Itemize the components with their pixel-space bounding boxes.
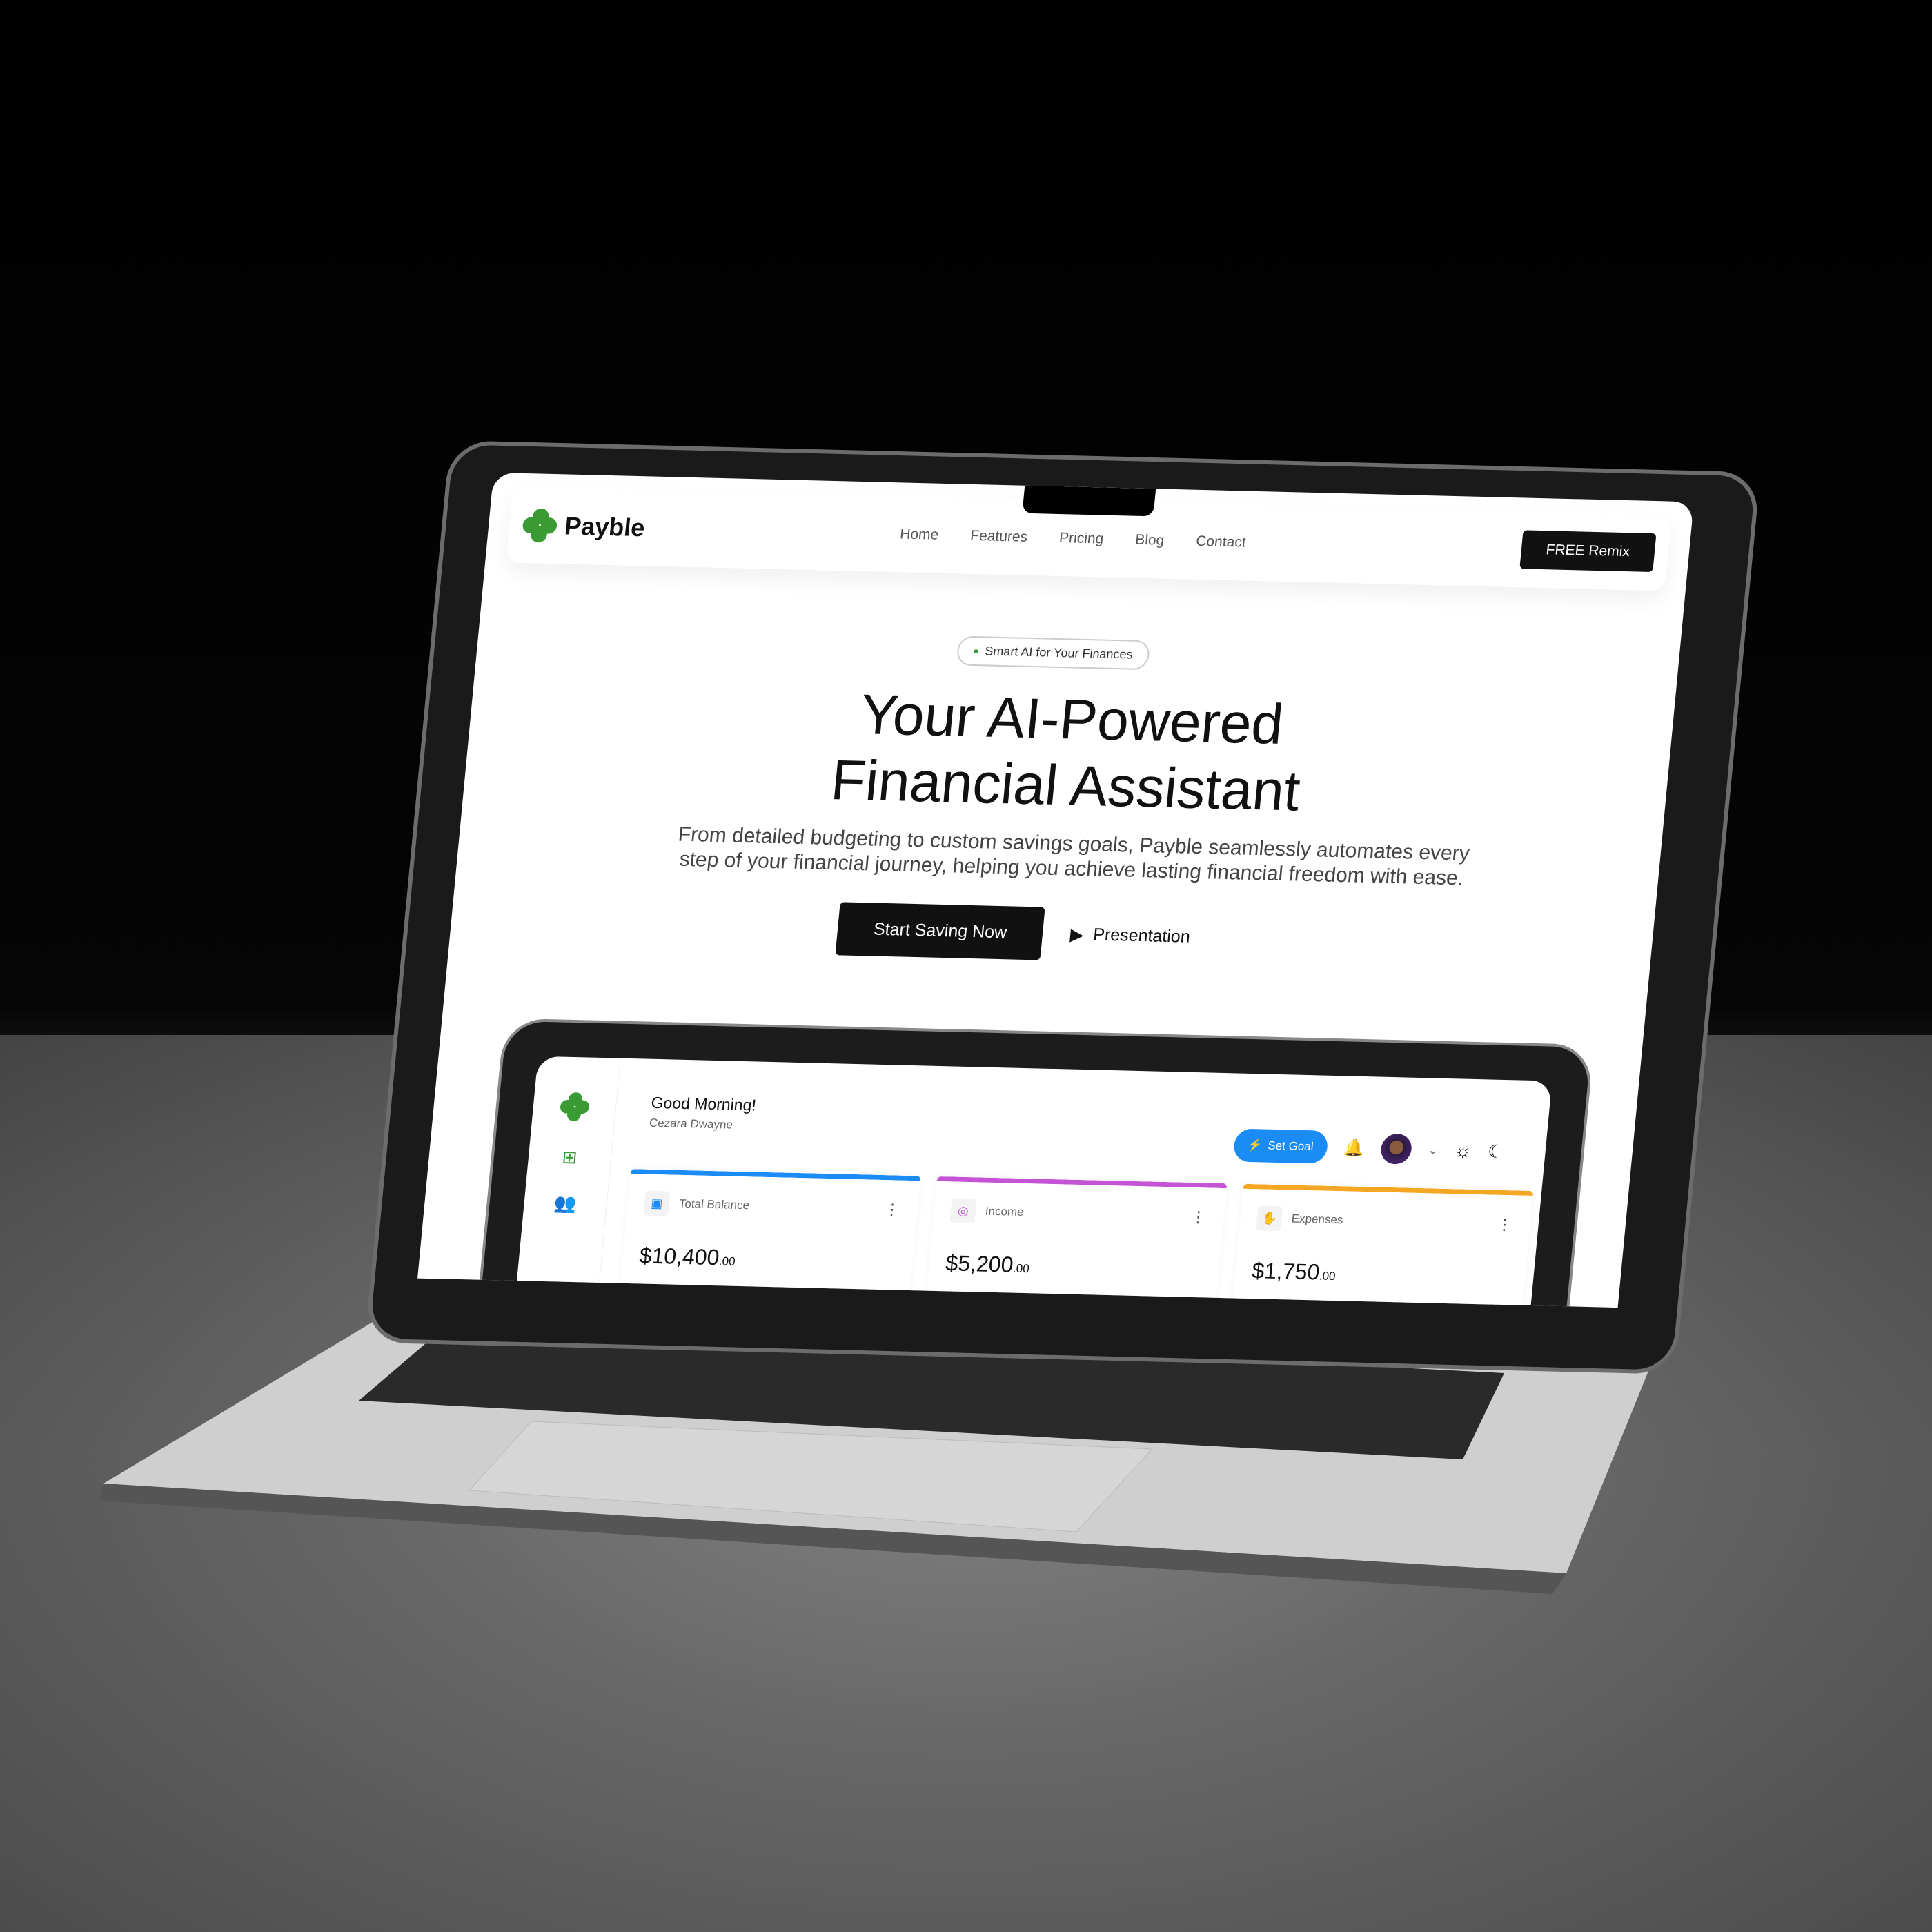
card-amount: $5,200.00 bbox=[945, 1250, 1203, 1282]
set-goal-button[interactable]: ⚡ Set Goal bbox=[1232, 1128, 1329, 1164]
amount: $1,750 bbox=[1250, 1258, 1321, 1285]
card-expenses[interactable]: ✋ Expenses ⋮ $1,750.00 bbox=[1224, 1183, 1534, 1308]
hero-badge: Smart AI for Your Finances bbox=[956, 635, 1151, 671]
cents: .00 bbox=[1012, 1261, 1030, 1276]
brand-name: Payble bbox=[563, 511, 647, 542]
users-icon[interactable]: 👥 bbox=[553, 1192, 578, 1214]
hero-description: From detailed budgeting to custom saving… bbox=[677, 822, 1471, 890]
bell-icon[interactable]: 🔔 bbox=[1343, 1138, 1366, 1159]
card-label: Income bbox=[985, 1204, 1025, 1219]
chevron-down-icon[interactable]: ⌄ bbox=[1427, 1143, 1439, 1157]
brand-logo[interactable]: Payble bbox=[520, 507, 647, 546]
more-icon[interactable]: ⋮ bbox=[1496, 1216, 1512, 1234]
dot-icon bbox=[974, 649, 978, 653]
sidebar: ⊞ 👥 bbox=[511, 1056, 621, 1308]
presentation-label: Presentation bbox=[1092, 925, 1192, 947]
card-amount: $1,750.00 bbox=[1251, 1258, 1510, 1290]
laptop-screen: Payble Home Features Pricing Blog Contac… bbox=[417, 472, 1694, 1308]
start-saving-button[interactable]: Start Saving Now bbox=[835, 902, 1045, 960]
nav-features[interactable]: Features bbox=[969, 528, 1028, 546]
clover-logo-icon bbox=[522, 508, 558, 543]
dashboard-preview: ⊞ 👥 Good Morning! Cezara Dwayne ⚡ Set Goa… bbox=[471, 1018, 1595, 1308]
wallet-icon: ▣ bbox=[643, 1190, 671, 1216]
title-line-2: Financial Assistant bbox=[828, 749, 1303, 823]
nav-pricing[interactable]: Pricing bbox=[1058, 530, 1104, 548]
cents: .00 bbox=[1319, 1269, 1337, 1283]
more-icon[interactable]: ⋮ bbox=[884, 1201, 900, 1219]
card-label: Total Balance bbox=[678, 1196, 750, 1212]
more-icon[interactable]: ⋮ bbox=[1190, 1208, 1207, 1226]
hand-coins-icon: ✋ bbox=[1256, 1205, 1283, 1232]
set-goal-label: Set Goal bbox=[1267, 1138, 1314, 1154]
nav-home[interactable]: Home bbox=[899, 526, 939, 543]
play-icon: ▶ bbox=[1069, 925, 1085, 945]
badge-text: Smart AI for Your Finances bbox=[984, 644, 1134, 662]
sun-icon[interactable]: ☼ bbox=[1454, 1140, 1472, 1162]
title-line-1: Your AI-Powered bbox=[857, 683, 1286, 756]
cents: .00 bbox=[718, 1254, 736, 1268]
card-amount: $10,400.00 bbox=[638, 1243, 897, 1274]
top-nav: Payble Home Features Pricing Blog Contac… bbox=[506, 487, 1672, 591]
card-income[interactable]: ◎ Income ⋮ $5,200.00 bbox=[918, 1176, 1228, 1308]
amount: $5,200 bbox=[945, 1250, 1015, 1277]
nav-contact[interactable]: Contact bbox=[1195, 533, 1247, 551]
amount: $10,400 bbox=[638, 1243, 721, 1270]
card-label: Expenses bbox=[1290, 1212, 1344, 1227]
moon-icon[interactable]: ☾ bbox=[1487, 1141, 1505, 1163]
greeting: Good Morning! bbox=[650, 1093, 758, 1114]
lightning-icon: ⚡ bbox=[1247, 1138, 1263, 1152]
user-name: Cezara Dwayne bbox=[649, 1116, 733, 1132]
presentation-button[interactable]: ▶ Presentation bbox=[1070, 924, 1191, 947]
free-remix-button[interactable]: FREE Remix bbox=[1519, 530, 1657, 573]
clover-logo-icon bbox=[560, 1092, 589, 1121]
hero-title: Your AI-Powered Financial Assistant bbox=[462, 672, 1675, 834]
nav-blog[interactable]: Blog bbox=[1134, 532, 1165, 549]
avatar[interactable] bbox=[1379, 1133, 1413, 1165]
coins-icon: ◎ bbox=[949, 1198, 977, 1224]
grid-icon[interactable]: ⊞ bbox=[561, 1147, 578, 1168]
